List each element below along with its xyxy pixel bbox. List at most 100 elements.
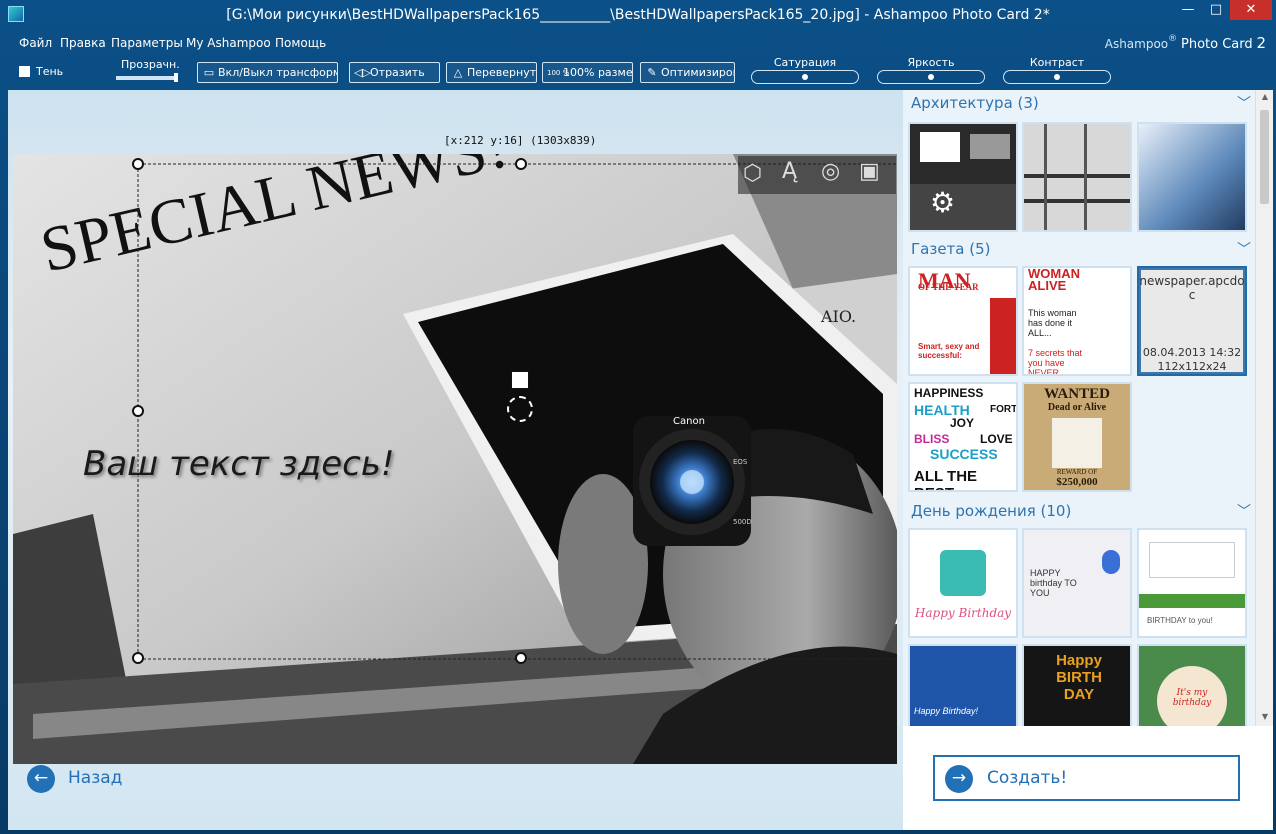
resize-handle-bottom[interactable] bbox=[515, 652, 527, 664]
menu-bar: Файл Правка Параметры My Ashampoo Помощь… bbox=[0, 32, 1276, 54]
thumb-graphic bbox=[1024, 199, 1130, 203]
mirror-button[interactable]: ◁▷Отразить bbox=[349, 62, 440, 83]
transform-toggle-button[interactable]: ▭Вкл/Выкл трансформац bbox=[197, 62, 338, 83]
brand-prefix: Ashampoo bbox=[1104, 37, 1169, 51]
gallery-scrollbar[interactable]: ▲ ▼ bbox=[1255, 90, 1273, 726]
thumb-filename: newspaper.apcdo c bbox=[1139, 274, 1245, 302]
chevron-down-icon[interactable]: ﹀ bbox=[1237, 501, 1251, 521]
opacity-slider-handle[interactable] bbox=[174, 73, 178, 82]
opacity-label: Прозрачн. bbox=[121, 58, 180, 71]
brightness-slider-knob[interactable] bbox=[928, 74, 934, 80]
opacity-slider[interactable] bbox=[116, 73, 178, 82]
back-arrow-icon: ← bbox=[27, 765, 55, 793]
camera-model-text: EOS bbox=[733, 458, 748, 466]
caption-text[interactable]: Ваш текст здесь! bbox=[83, 444, 395, 484]
optimize-button[interactable]: ✎ Оптимизирова bbox=[640, 62, 735, 83]
shadow-label: Тень bbox=[36, 65, 64, 78]
picture-icon[interactable]: ▣ bbox=[859, 159, 880, 184]
chevron-down-icon[interactable]: ﹀ bbox=[1237, 93, 1251, 113]
brightness-slider[interactable] bbox=[877, 70, 985, 84]
menu-settings[interactable]: Параметры bbox=[111, 36, 183, 50]
saturation-slider-knob[interactable] bbox=[802, 74, 808, 80]
category-birthday[interactable]: День рождения (10) ﹀ bbox=[903, 498, 1255, 526]
category-architecture[interactable]: Архитектура (3) ﹀ bbox=[903, 90, 1255, 118]
card-canvas[interactable]: Canon EOS 500D AIO. SPECIAL NEWS! Ваш те… bbox=[13, 154, 897, 764]
title-bar[interactable]: [G:\Мои рисунки\BestHDWallpapersPack165_… bbox=[0, 0, 1276, 30]
magic-wand-icon: ✎ bbox=[647, 66, 657, 79]
thumb-text: Happy Birthday bbox=[914, 606, 1012, 620]
corner-text: AIO. bbox=[820, 307, 856, 326]
template-thumb-arch-2[interactable] bbox=[1022, 122, 1132, 232]
cube-icon[interactable]: ⬡ bbox=[743, 161, 762, 186]
template-thumb-birthday-1[interactable]: Happy Birthday bbox=[908, 528, 1018, 638]
contrast-slider-knob[interactable] bbox=[1054, 74, 1060, 80]
category-title: Газета (5) bbox=[911, 240, 991, 258]
camera-number-text: 500D bbox=[733, 518, 752, 526]
flip-button[interactable]: △ Перевернуть bbox=[446, 62, 537, 83]
thumb-graphic bbox=[970, 134, 1010, 159]
create-button[interactable]: → Создать! bbox=[933, 755, 1240, 801]
thumb-date: 08.04.2013 14:32 bbox=[1142, 346, 1242, 359]
rotate-handle[interactable] bbox=[507, 396, 533, 422]
thumb-graphic bbox=[1102, 550, 1120, 574]
size-100-button-label: 100% размер bbox=[563, 66, 633, 79]
thumb-text: Happy Birthday! bbox=[914, 706, 979, 716]
shadow-checkbox[interactable] bbox=[19, 66, 30, 77]
word-text: JOY bbox=[950, 416, 975, 430]
minimize-button[interactable]: — bbox=[1174, 0, 1202, 20]
thumb-graphic bbox=[990, 298, 1016, 374]
word-text: ALL THE BEST bbox=[914, 468, 978, 490]
size-100-button[interactable]: 100 %100% размер bbox=[542, 62, 633, 83]
saturation-label: Сатурация bbox=[773, 56, 837, 69]
template-thumb-newspaper-selected[interactable]: newspaper.apcdo c 08.04.2013 14:32 112x1… bbox=[1137, 266, 1247, 376]
mirror-icon: ◁▷ bbox=[354, 66, 371, 79]
thumb-text: It's my birthday bbox=[1172, 688, 1212, 708]
thumb-graphic bbox=[1052, 418, 1102, 468]
size-100-icon: 100 % bbox=[547, 69, 570, 77]
template-thumb-arch-1[interactable]: ⚙ bbox=[908, 122, 1018, 232]
chevron-down-icon[interactable]: ﹀ bbox=[1237, 239, 1251, 259]
resize-handle-bottom-left[interactable] bbox=[132, 652, 144, 664]
thumb-text: $250,000 bbox=[1056, 476, 1098, 488]
scroll-down-icon[interactable]: ▼ bbox=[1256, 712, 1274, 721]
template-thumb-happiness-words[interactable]: HAPPINESS HEALTH JOY BLISS LOVE SUCCESS … bbox=[908, 382, 1018, 492]
menu-my-ashampoo[interactable]: My Ashampoo bbox=[186, 36, 271, 50]
template-thumb-arch-3[interactable] bbox=[1137, 122, 1247, 232]
back-button-label: Назад bbox=[68, 768, 123, 788]
text-icon[interactable]: Ą bbox=[782, 159, 797, 184]
scroll-up-icon[interactable]: ▲ bbox=[1256, 92, 1274, 101]
resize-handle-top-left[interactable] bbox=[132, 158, 144, 170]
template-thumb-woman-alive[interactable]: WOMAN ALIVE This woman has done it ALL..… bbox=[1022, 266, 1132, 376]
menu-help[interactable]: Помощь bbox=[275, 36, 326, 50]
thumb-graphic bbox=[940, 550, 986, 596]
gear-icon: ⚙ bbox=[930, 186, 956, 219]
template-thumb-birthday-6[interactable]: It's my birthday bbox=[1137, 644, 1247, 726]
template-thumb-wanted[interactable]: WANTED Dead or Alive REWARD OF $250,000 bbox=[1022, 382, 1132, 492]
resize-handle-left[interactable] bbox=[132, 405, 144, 417]
template-thumb-birthday-2[interactable]: HAPPY birthday TO YOU bbox=[1022, 528, 1132, 638]
template-thumb-birthday-5[interactable]: Happy BIRTH DAY bbox=[1022, 644, 1132, 726]
thumb-graphic bbox=[1044, 124, 1047, 230]
app-window: [G:\Мои рисунки\BestHDWallpapersPack165_… bbox=[0, 0, 1276, 834]
saturation-slider[interactable] bbox=[751, 70, 859, 84]
thumb-graphic bbox=[1149, 542, 1235, 578]
category-newspaper[interactable]: Газета (5) ﹀ bbox=[903, 236, 1255, 264]
clipart-icon[interactable]: ◎ bbox=[821, 159, 840, 184]
template-thumb-birthday-3[interactable]: BIRTHDAY to you! bbox=[1137, 528, 1247, 638]
category-title: День рождения (10) bbox=[911, 502, 1072, 520]
thumb-graphic bbox=[910, 184, 1016, 230]
coordinates-readout: [x:212 y:16] (1303x839) bbox=[444, 134, 597, 147]
template-thumb-birthday-4[interactable]: Happy Birthday! bbox=[908, 644, 1018, 726]
close-button[interactable]: ✕ bbox=[1230, 0, 1272, 20]
scrollbar-thumb[interactable] bbox=[1260, 110, 1269, 204]
maximize-button[interactable]: □ bbox=[1202, 0, 1230, 20]
template-gallery[interactable]: Архитектура (3) ﹀ ⚙ Газета (5) ﹀ MAN OF … bbox=[903, 90, 1255, 726]
flip-icon: △ bbox=[453, 66, 463, 79]
menu-file[interactable]: Файл bbox=[19, 36, 52, 50]
move-handle[interactable] bbox=[511, 371, 529, 389]
contrast-slider[interactable] bbox=[1003, 70, 1111, 84]
template-thumb-man-of-year[interactable]: MAN OF THE YEAR Smart, sexy and successf… bbox=[908, 266, 1018, 376]
menu-edit[interactable]: Правка bbox=[60, 36, 106, 50]
resize-handle-top[interactable] bbox=[515, 158, 527, 170]
mirror-button-label: Отразить bbox=[370, 66, 425, 79]
